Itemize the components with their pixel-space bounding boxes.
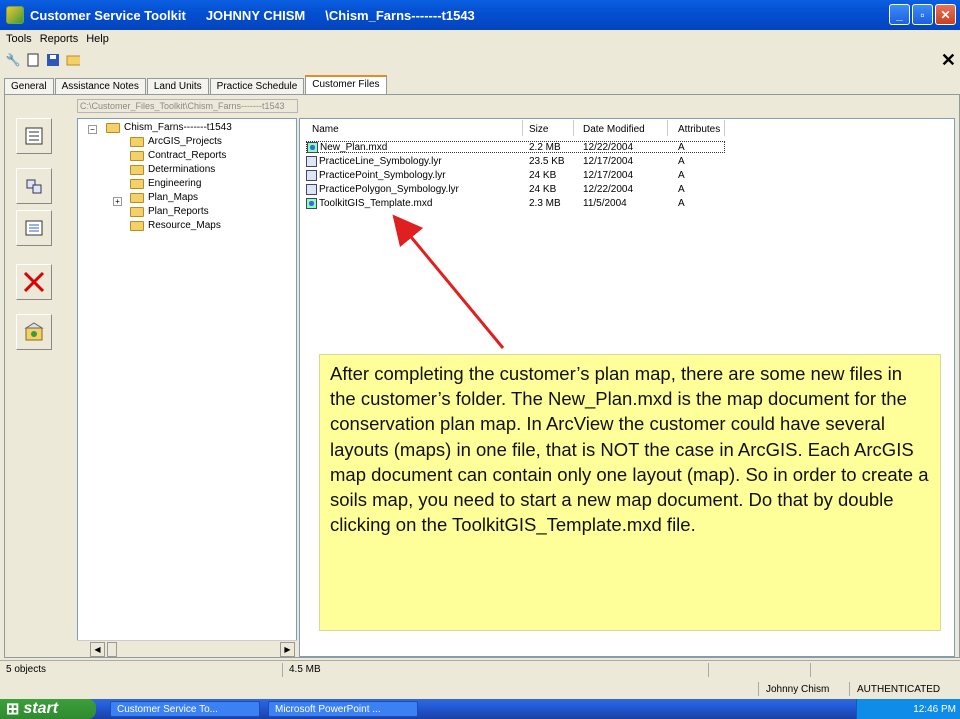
start-button[interactable]: ⊞ start [0, 699, 96, 719]
system-tray: 12:46 PM [856, 699, 960, 719]
windows-logo-icon: ⊞ [6, 701, 20, 718]
clock[interactable]: 12:46 PM [913, 704, 956, 715]
status-total-size: 4.5 MB [289, 664, 321, 675]
status-bar: 5 objects 4.5 MB [0, 660, 960, 678]
status-bar-secondary: Johnny Chism AUTHENTICATED [0, 680, 960, 699]
callout-note: After completing the customer’s plan map… [319, 354, 941, 631]
taskbar: ⊞ start Customer Service To... Microsoft … [0, 699, 960, 719]
status-authenticated: AUTHENTICATED [857, 684, 941, 695]
taskbar-item-powerpoint[interactable]: Microsoft PowerPoint ... [268, 701, 418, 717]
status-object-count: 5 objects [6, 664, 47, 675]
status-user: Johnny Chism [766, 684, 830, 695]
taskbar-item-toolkit[interactable]: Customer Service To... [110, 701, 260, 717]
